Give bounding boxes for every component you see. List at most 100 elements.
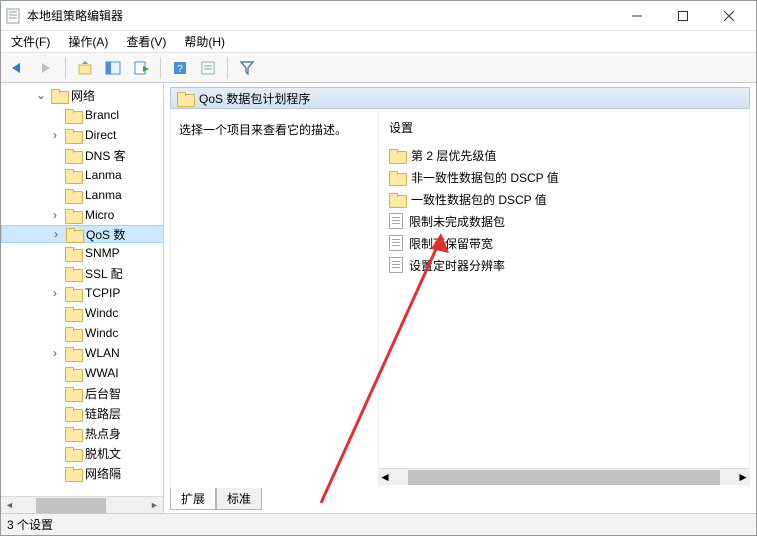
tree-item[interactable]: SSL 配 xyxy=(1,263,163,283)
tree-item[interactable]: › Direct xyxy=(1,125,163,145)
list-setting-item[interactable]: 设置定时器分辨率 xyxy=(385,254,749,276)
chevron-right-icon[interactable]: › xyxy=(49,208,61,222)
description-prompt: 选择一个项目来查看它的描述。 xyxy=(179,123,347,137)
toolbar-separator xyxy=(65,57,66,79)
scroll-thumb[interactable] xyxy=(408,470,720,485)
tree-item[interactable]: 热点身 xyxy=(1,423,163,443)
folder-icon xyxy=(65,447,81,460)
toolbar-separator xyxy=(227,57,228,79)
settings-list-pane: 设置 第 2 层优先级值非一致性数据包的 DSCP 值一致性数据包的 DSCP … xyxy=(379,111,749,489)
tree-item[interactable]: › Micro xyxy=(1,205,163,225)
folder-icon xyxy=(65,467,81,480)
chevron-right-icon[interactable]: › xyxy=(49,346,61,360)
tree-item[interactable]: Windc xyxy=(1,323,163,343)
chevron-right-icon[interactable]: › xyxy=(49,128,61,142)
tab-extended[interactable]: 扩展 xyxy=(170,488,216,510)
chevron-down-icon[interactable]: ⌄ xyxy=(35,88,47,102)
setting-icon xyxy=(389,213,403,229)
folder-icon xyxy=(65,247,81,260)
properties-button[interactable] xyxy=(195,56,221,80)
tree-item[interactable]: 网络隔 xyxy=(1,463,163,483)
scroll-left-arrow[interactable]: ◄ xyxy=(1,497,18,514)
tree-label: Micro xyxy=(85,208,114,222)
scroll-right-arrow[interactable]: ► xyxy=(737,470,749,484)
folder-icon xyxy=(65,287,81,300)
tree-label: WLAN xyxy=(85,346,120,360)
chevron-right-icon[interactable]: › xyxy=(49,286,61,300)
show-hide-tree-button[interactable] xyxy=(100,56,126,80)
list-folder-item[interactable]: 一致性数据包的 DSCP 值 xyxy=(385,188,749,210)
tree-label: SSL 配 xyxy=(85,265,123,282)
folder-icon xyxy=(65,327,81,340)
toolbar-separator xyxy=(160,57,161,79)
up-button[interactable] xyxy=(72,56,98,80)
tree-item[interactable]: SNMP xyxy=(1,243,163,263)
back-button[interactable] xyxy=(5,56,31,80)
tree-item[interactable]: Lanma xyxy=(1,165,163,185)
tree-label: Windc xyxy=(85,326,118,340)
tree-item[interactable]: Lanma xyxy=(1,185,163,205)
tree-item[interactable]: 后台智 xyxy=(1,383,163,403)
tree-label: 网络隔 xyxy=(85,465,121,482)
folder-icon xyxy=(65,209,81,222)
tree-item[interactable]: DNS 客 xyxy=(1,145,163,165)
tree-panel: ⌄网络Brancl›DirectDNS 客LanmaLanma›Micro›Qo… xyxy=(1,83,164,513)
scroll-right-arrow[interactable]: ► xyxy=(146,497,163,514)
minimize-button[interactable] xyxy=(614,1,660,31)
window-title: 本地组策略编辑器 xyxy=(27,7,123,24)
menu-view[interactable]: 查看(V) xyxy=(122,31,170,52)
titlebar: 本地组策略编辑器 xyxy=(1,1,756,31)
export-button[interactable] xyxy=(128,56,154,80)
list-folder-item[interactable]: 非一致性数据包的 DSCP 值 xyxy=(385,166,749,188)
tree-item[interactable]: ›QoS 数 xyxy=(1,225,163,243)
toolbar: ? xyxy=(1,53,756,83)
svg-text:?: ? xyxy=(177,64,183,75)
list-h-scrollbar[interactable]: ◄ ► xyxy=(379,468,749,485)
folder-icon xyxy=(65,169,81,182)
status-text: 3 个设置 xyxy=(7,516,53,533)
tree-label: Lanma xyxy=(85,188,122,202)
list-item-label: 限制未完成数据包 xyxy=(409,213,505,230)
tree-label: 脱机文 xyxy=(85,445,121,462)
maximize-button[interactable] xyxy=(660,1,706,31)
tab-standard[interactable]: 标准 xyxy=(216,488,262,510)
tree-item[interactable]: Windc xyxy=(1,303,163,323)
folder-icon xyxy=(65,347,81,360)
tree-h-scrollbar[interactable]: ◄ ► xyxy=(1,496,163,513)
menu-file[interactable]: 文件(F) xyxy=(7,31,54,52)
tree-root[interactable]: ⌄ 网络 xyxy=(1,85,163,105)
scroll-thumb[interactable] xyxy=(36,498,106,513)
app-icon xyxy=(5,8,21,24)
tree-item[interactable]: Brancl xyxy=(1,105,163,125)
tree-scroll[interactable]: ⌄网络Brancl›DirectDNS 客LanmaLanma›Micro›Qo… xyxy=(1,83,163,496)
tree-label: 网络 xyxy=(71,87,95,104)
menu-help[interactable]: 帮助(H) xyxy=(180,31,229,52)
menu-action[interactable]: 操作(A) xyxy=(64,31,112,52)
tree-item[interactable]: ›TCPIP xyxy=(1,283,163,303)
setting-icon xyxy=(389,235,403,251)
tree-label: Direct xyxy=(85,128,116,142)
filter-button[interactable] xyxy=(234,56,260,80)
tree-item[interactable]: 链路层 xyxy=(1,403,163,423)
chevron-right-icon[interactable]: › xyxy=(50,227,62,241)
list-setting-item[interactable]: 限制可保留带宽 xyxy=(385,232,749,254)
setting-icon xyxy=(389,257,403,273)
list-setting-item[interactable]: 限制未完成数据包 xyxy=(385,210,749,232)
help-button[interactable]: ? xyxy=(167,56,193,80)
list-folder-item[interactable]: 第 2 层优先级值 xyxy=(385,144,749,166)
folder-icon xyxy=(65,109,81,122)
list-item-label: 一致性数据包的 DSCP 值 xyxy=(411,191,547,208)
forward-button[interactable] xyxy=(33,56,59,80)
list-item-label: 非一致性数据包的 DSCP 值 xyxy=(411,169,559,186)
tree-item[interactable]: WWAI xyxy=(1,363,163,383)
tree-label: 链路层 xyxy=(85,405,121,422)
tree-item[interactable]: › WLAN xyxy=(1,343,163,363)
tree-label: Brancl xyxy=(85,108,119,122)
tree-item[interactable]: 脱机文 xyxy=(1,443,163,463)
tree-label: SNMP xyxy=(85,246,120,260)
list-item-label: 限制可保留带宽 xyxy=(409,235,493,252)
column-header-setting[interactable]: 设置 xyxy=(379,115,749,144)
close-button[interactable] xyxy=(706,1,752,31)
scroll-left-arrow[interactable]: ◄ xyxy=(379,470,391,484)
tree-label: WWAI xyxy=(85,366,119,380)
